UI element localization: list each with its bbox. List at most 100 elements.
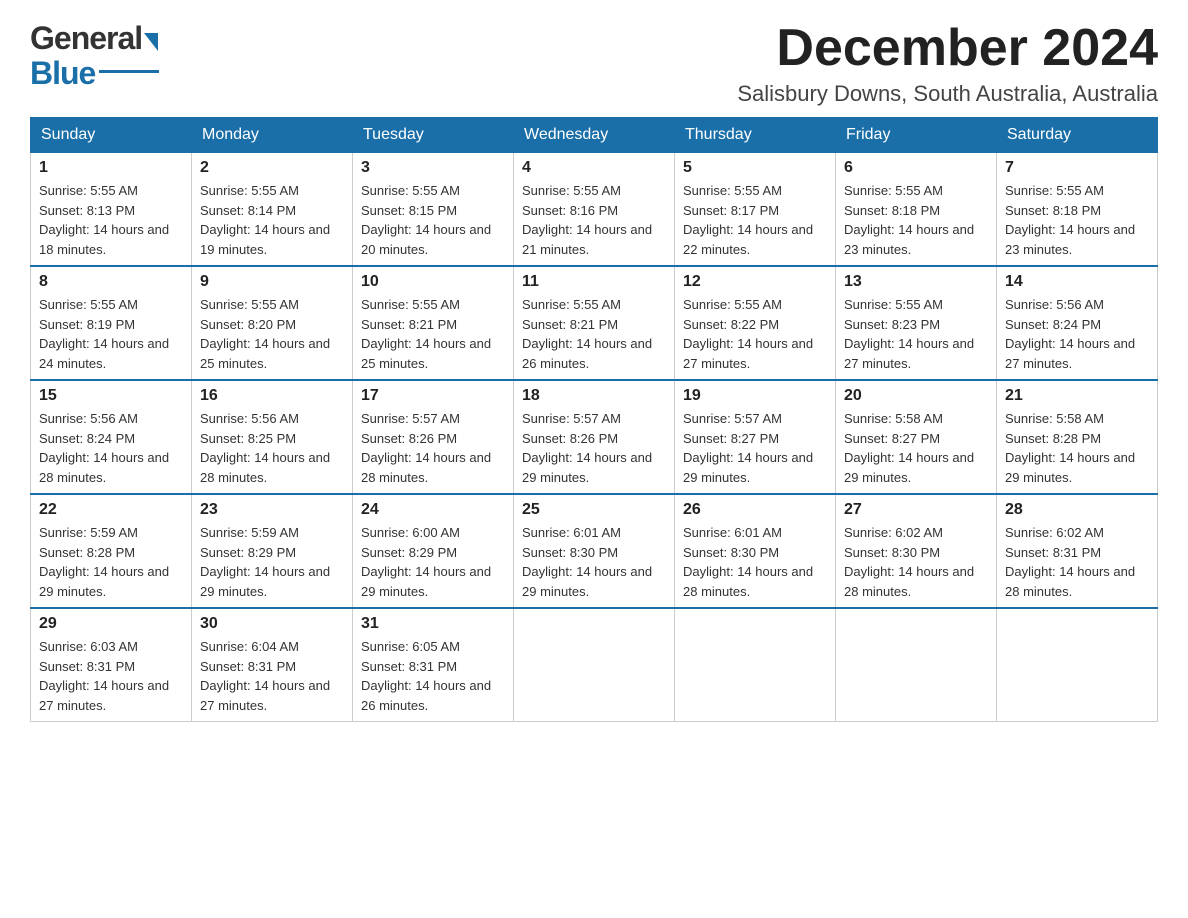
day-info: Sunrise: 5:55 AMSunset: 8:21 PMDaylight:…: [522, 295, 666, 373]
day-info: Sunrise: 5:57 AMSunset: 8:26 PMDaylight:…: [522, 409, 666, 487]
day-number: 23: [200, 501, 344, 519]
day-number: 21: [1005, 387, 1149, 405]
calendar-day-15: 15 Sunrise: 5:56 AMSunset: 8:24 PMDaylig…: [31, 380, 192, 494]
day-number: 8: [39, 273, 183, 291]
day-info: Sunrise: 5:57 AMSunset: 8:26 PMDaylight:…: [361, 409, 505, 487]
day-number: 26: [683, 501, 827, 519]
calendar-day-13: 13 Sunrise: 5:55 AMSunset: 8:23 PMDaylig…: [836, 266, 997, 380]
day-info: Sunrise: 6:00 AMSunset: 8:29 PMDaylight:…: [361, 523, 505, 601]
day-info: Sunrise: 5:59 AMSunset: 8:28 PMDaylight:…: [39, 523, 183, 601]
day-number: 30: [200, 615, 344, 633]
day-number: 7: [1005, 159, 1149, 177]
calendar-day-1: 1 Sunrise: 5:55 AMSunset: 8:13 PMDayligh…: [31, 153, 192, 267]
day-number: 17: [361, 387, 505, 405]
logo: General Blue: [30, 20, 159, 92]
day-number: 3: [361, 159, 505, 177]
calendar-header-row: SundayMondayTuesdayWednesdayThursdayFrid…: [31, 118, 1158, 153]
calendar-header-tuesday: Tuesday: [353, 118, 514, 153]
day-number: 13: [844, 273, 988, 291]
day-info: Sunrise: 5:55 AMSunset: 8:16 PMDaylight:…: [522, 181, 666, 259]
calendar-day-24: 24 Sunrise: 6:00 AMSunset: 8:29 PMDaylig…: [353, 494, 514, 608]
calendar-empty-cell: [675, 608, 836, 722]
day-number: 4: [522, 159, 666, 177]
calendar-header-saturday: Saturday: [997, 118, 1158, 153]
day-number: 24: [361, 501, 505, 519]
day-info: Sunrise: 6:02 AMSunset: 8:31 PMDaylight:…: [1005, 523, 1149, 601]
day-info: Sunrise: 5:57 AMSunset: 8:27 PMDaylight:…: [683, 409, 827, 487]
calendar-empty-cell: [997, 608, 1158, 722]
day-number: 6: [844, 159, 988, 177]
logo-blue-text: Blue: [30, 55, 95, 92]
calendar-day-12: 12 Sunrise: 5:55 AMSunset: 8:22 PMDaylig…: [675, 266, 836, 380]
calendar-empty-cell: [514, 608, 675, 722]
calendar-day-8: 8 Sunrise: 5:55 AMSunset: 8:19 PMDayligh…: [31, 266, 192, 380]
calendar-header-monday: Monday: [192, 118, 353, 153]
day-info: Sunrise: 5:55 AMSunset: 8:13 PMDaylight:…: [39, 181, 183, 259]
day-number: 12: [683, 273, 827, 291]
day-info: Sunrise: 6:05 AMSunset: 8:31 PMDaylight:…: [361, 637, 505, 715]
day-number: 9: [200, 273, 344, 291]
day-number: 5: [683, 159, 827, 177]
calendar-day-22: 22 Sunrise: 5:59 AMSunset: 8:28 PMDaylig…: [31, 494, 192, 608]
calendar-empty-cell: [836, 608, 997, 722]
day-number: 1: [39, 159, 183, 177]
day-info: Sunrise: 6:01 AMSunset: 8:30 PMDaylight:…: [683, 523, 827, 601]
calendar-day-21: 21 Sunrise: 5:58 AMSunset: 8:28 PMDaylig…: [997, 380, 1158, 494]
day-info: Sunrise: 5:55 AMSunset: 8:21 PMDaylight:…: [361, 295, 505, 373]
calendar-day-9: 9 Sunrise: 5:55 AMSunset: 8:20 PMDayligh…: [192, 266, 353, 380]
calendar-day-18: 18 Sunrise: 5:57 AMSunset: 8:26 PMDaylig…: [514, 380, 675, 494]
day-number: 16: [200, 387, 344, 405]
calendar-table: SundayMondayTuesdayWednesdayThursdayFrid…: [30, 117, 1158, 722]
day-number: 18: [522, 387, 666, 405]
calendar-day-2: 2 Sunrise: 5:55 AMSunset: 8:14 PMDayligh…: [192, 153, 353, 267]
day-info: Sunrise: 5:56 AMSunset: 8:24 PMDaylight:…: [1005, 295, 1149, 373]
calendar-week-row-3: 15 Sunrise: 5:56 AMSunset: 8:24 PMDaylig…: [31, 380, 1158, 494]
calendar-day-3: 3 Sunrise: 5:55 AMSunset: 8:15 PMDayligh…: [353, 153, 514, 267]
calendar-week-row-1: 1 Sunrise: 5:55 AMSunset: 8:13 PMDayligh…: [31, 153, 1158, 267]
day-info: Sunrise: 5:55 AMSunset: 8:17 PMDaylight:…: [683, 181, 827, 259]
calendar-header-friday: Friday: [836, 118, 997, 153]
calendar-header-sunday: Sunday: [31, 118, 192, 153]
day-info: Sunrise: 5:55 AMSunset: 8:14 PMDaylight:…: [200, 181, 344, 259]
calendar-day-16: 16 Sunrise: 5:56 AMSunset: 8:25 PMDaylig…: [192, 380, 353, 494]
calendar-day-5: 5 Sunrise: 5:55 AMSunset: 8:17 PMDayligh…: [675, 153, 836, 267]
calendar-day-23: 23 Sunrise: 5:59 AMSunset: 8:29 PMDaylig…: [192, 494, 353, 608]
day-info: Sunrise: 6:02 AMSunset: 8:30 PMDaylight:…: [844, 523, 988, 601]
calendar-day-4: 4 Sunrise: 5:55 AMSunset: 8:16 PMDayligh…: [514, 153, 675, 267]
day-info: Sunrise: 5:55 AMSunset: 8:18 PMDaylight:…: [1005, 181, 1149, 259]
calendar-day-26: 26 Sunrise: 6:01 AMSunset: 8:30 PMDaylig…: [675, 494, 836, 608]
day-info: Sunrise: 5:55 AMSunset: 8:19 PMDaylight:…: [39, 295, 183, 373]
calendar-header-wednesday: Wednesday: [514, 118, 675, 153]
day-info: Sunrise: 6:04 AMSunset: 8:31 PMDaylight:…: [200, 637, 344, 715]
day-number: 14: [1005, 273, 1149, 291]
day-number: 29: [39, 615, 183, 633]
day-info: Sunrise: 5:55 AMSunset: 8:23 PMDaylight:…: [844, 295, 988, 373]
day-info: Sunrise: 5:55 AMSunset: 8:20 PMDaylight:…: [200, 295, 344, 373]
logo-triangle-icon: [144, 33, 158, 51]
calendar-day-19: 19 Sunrise: 5:57 AMSunset: 8:27 PMDaylig…: [675, 380, 836, 494]
location-title: Salisbury Downs, South Australia, Austra…: [737, 81, 1158, 107]
day-info: Sunrise: 5:55 AMSunset: 8:18 PMDaylight:…: [844, 181, 988, 259]
month-title: December 2024: [737, 20, 1158, 77]
page: General Blue December 2024 Salisbury Dow…: [0, 0, 1188, 742]
calendar-header-thursday: Thursday: [675, 118, 836, 153]
day-number: 15: [39, 387, 183, 405]
header: General Blue December 2024 Salisbury Dow…: [30, 20, 1158, 107]
calendar-week-row-2: 8 Sunrise: 5:55 AMSunset: 8:19 PMDayligh…: [31, 266, 1158, 380]
day-info: Sunrise: 5:55 AMSunset: 8:15 PMDaylight:…: [361, 181, 505, 259]
calendar-day-11: 11 Sunrise: 5:55 AMSunset: 8:21 PMDaylig…: [514, 266, 675, 380]
calendar-day-20: 20 Sunrise: 5:58 AMSunset: 8:27 PMDaylig…: [836, 380, 997, 494]
day-number: 10: [361, 273, 505, 291]
calendar-day-29: 29 Sunrise: 6:03 AMSunset: 8:31 PMDaylig…: [31, 608, 192, 722]
calendar-day-31: 31 Sunrise: 6:05 AMSunset: 8:31 PMDaylig…: [353, 608, 514, 722]
day-number: 19: [683, 387, 827, 405]
day-number: 25: [522, 501, 666, 519]
day-number: 11: [522, 273, 666, 291]
day-info: Sunrise: 5:59 AMSunset: 8:29 PMDaylight:…: [200, 523, 344, 601]
calendar-week-row-5: 29 Sunrise: 6:03 AMSunset: 8:31 PMDaylig…: [31, 608, 1158, 722]
day-number: 27: [844, 501, 988, 519]
calendar-day-6: 6 Sunrise: 5:55 AMSunset: 8:18 PMDayligh…: [836, 153, 997, 267]
calendar-day-17: 17 Sunrise: 5:57 AMSunset: 8:26 PMDaylig…: [353, 380, 514, 494]
calendar-day-25: 25 Sunrise: 6:01 AMSunset: 8:30 PMDaylig…: [514, 494, 675, 608]
day-number: 2: [200, 159, 344, 177]
